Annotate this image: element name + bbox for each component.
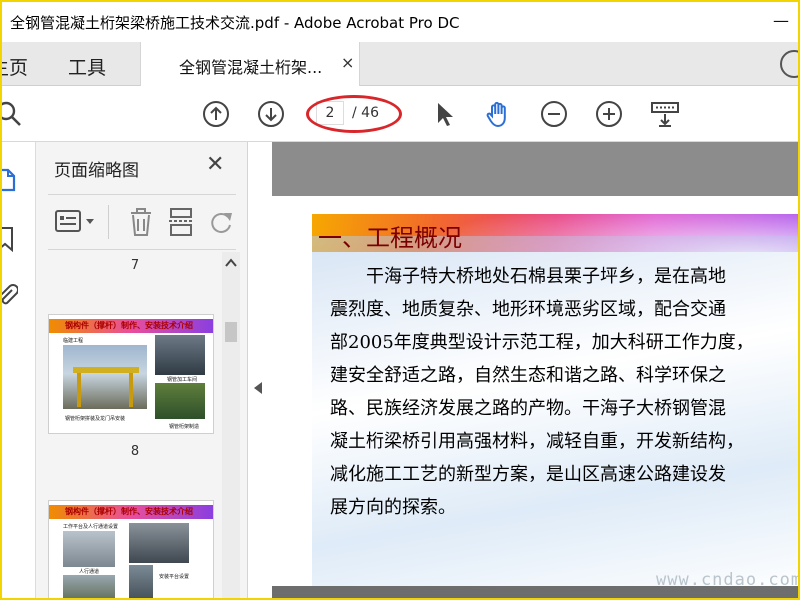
tab-home[interactable]: 主页	[2, 53, 28, 80]
page-up-icon[interactable]	[202, 100, 230, 128]
thumbnail-page-9[interactable]: 钢构件（撑杆）制作、安装技术介绍 工作平台及人行通道设置 人行通道 安装平台设置	[48, 500, 214, 598]
zoom-in-icon[interactable]	[595, 100, 623, 128]
section-heading: 一、工程概况	[318, 224, 462, 252]
attachment-icon[interactable]	[0, 282, 18, 308]
tab-bar: 主页 工具 全钢管混凝土桁架... ×	[2, 42, 798, 86]
insert-pages-icon[interactable]	[168, 207, 194, 237]
body-line: 部2005年度典型设计示范工程，加大科研工作力度，	[330, 332, 754, 353]
page-thumbnails-icon[interactable]	[0, 166, 20, 192]
options-icon[interactable]	[54, 209, 98, 235]
scroll-up-arrow-icon[interactable]	[225, 258, 237, 268]
thumbnail-banner-text: 钢构件（撑杆）制作、安装技术介绍	[65, 321, 193, 330]
close-tab-button[interactable]: ×	[341, 53, 354, 72]
app-window: 全钢管混凝土桁架梁桥施工技术交流.pdf - Adobe Acrobat Pro…	[0, 0, 800, 600]
left-tool-rail	[0, 142, 36, 598]
delete-icon[interactable]	[128, 207, 154, 237]
page-navigator: 2 / 46	[306, 95, 402, 133]
thumbnail-caption: 临建工程	[63, 338, 84, 344]
photo-platform	[63, 531, 115, 567]
tab-tools[interactable]: 工具	[68, 53, 106, 80]
body-line: 震烈度、地质复杂、地形环境恶劣区域，配合交通	[330, 299, 726, 320]
thumbnail-caption: 工作平台及人行通道设置	[63, 524, 119, 530]
photo-walkway	[63, 575, 115, 598]
page-down-icon[interactable]	[257, 100, 285, 128]
document-view[interactable]: 一、工程概况 干海子特大桥地处石棉县栗子坪乡，是在高地 震烈度、地质复杂、地形环…	[272, 142, 798, 598]
new-tab-icon[interactable]	[780, 50, 798, 78]
watermark: www.cndao.com	[656, 570, 800, 590]
thumbnail-page-number: 7	[130, 258, 140, 273]
document-tab-label: 全钢管混凝土桁架...	[179, 58, 323, 77]
minimize-button[interactable]: —	[766, 8, 796, 34]
rotate-icon[interactable]	[208, 207, 234, 237]
page-thumbnails-panel: 页面缩略图 ✕ 7 钢构件（撑杆）制作、安装技术介绍 临建工程 钢管加工车间 钢…	[36, 142, 248, 598]
thumbnail-banner-text: 钢构件（撑杆）制作、安装技术介绍	[65, 507, 193, 516]
body-line: 减化施工工艺的新型方案，是山区高速公路建设发	[330, 464, 726, 485]
hand-tool-icon[interactable]	[484, 100, 512, 128]
search-icon[interactable]	[0, 100, 24, 128]
close-panel-button[interactable]: ✕	[206, 152, 224, 177]
select-arrow-icon[interactable]	[430, 100, 458, 128]
thumbnail-caption: 钢管加工车间	[167, 377, 198, 383]
tab-document[interactable]: 全钢管混凝土桁架... ×	[140, 42, 360, 86]
window-title: 全钢管混凝土桁架梁桥施工技术交流.pdf - Adobe Acrobat Pro…	[10, 14, 460, 32]
highlight-ring	[306, 95, 402, 133]
zoom-out-icon[interactable]	[540, 100, 568, 128]
body-line: 展方向的探索。	[330, 497, 456, 518]
photo-workshop	[155, 335, 205, 375]
body-line: 凝土桁梁桥引用高强材料，减轻自重，开发新结构，	[330, 431, 744, 452]
thumbnail-caption: 钢管桁架拼装及龙门吊安装	[65, 416, 126, 422]
photo-fabrication	[155, 383, 205, 419]
bookmark-icon[interactable]	[0, 226, 18, 252]
scrollbar-thumb[interactable]	[225, 322, 237, 342]
panel-title: 页面缩略图	[54, 161, 139, 181]
keyboard-tool-icon[interactable]	[650, 100, 680, 128]
collapse-panel-arrow-icon[interactable]	[254, 382, 262, 394]
photo-tower	[129, 565, 153, 598]
toolbar: 2 / 46	[2, 86, 798, 142]
thumbnail-page-8[interactable]: 钢构件（撑杆）制作、安装技术介绍 临建工程 钢管加工车间 钢管桁架拼装及龙门吊安…	[48, 314, 214, 434]
photo-gantry	[63, 345, 147, 409]
panel-toolbar	[48, 194, 236, 250]
body-line: 路、民族经济发展之路的产物。干海子大桥钢管混	[330, 398, 726, 419]
thumbnail-page-number: 8	[130, 444, 140, 459]
thumbnail-caption: 钢管桁架制造	[169, 424, 200, 430]
thumbnail-caption: 安装平台设置	[159, 574, 190, 580]
body-line: 建安全舒适之路，自然生态和谐之路、科学环保之	[330, 365, 726, 386]
thumbnail-scrollbar[interactable]	[222, 252, 240, 598]
document-page: 一、工程概况 干海子特大桥地处石棉县栗子坪乡，是在高地 震烈度、地质复杂、地形环…	[272, 196, 798, 586]
title-bar: 全钢管混凝土桁架梁桥施工技术交流.pdf - Adobe Acrobat Pro…	[2, 2, 798, 42]
document-body-text: 干海子特大桥地处石棉县栗子坪乡，是在高地 震烈度、地质复杂、地形环境恶劣区域，配…	[330, 260, 790, 524]
thumbnail-caption: 人行通道	[79, 569, 100, 575]
photo-structure	[129, 523, 189, 563]
toolbar-divider	[108, 205, 109, 239]
body-line: 干海子特大桥地处石棉县栗子坪乡，是在高地	[366, 266, 726, 287]
